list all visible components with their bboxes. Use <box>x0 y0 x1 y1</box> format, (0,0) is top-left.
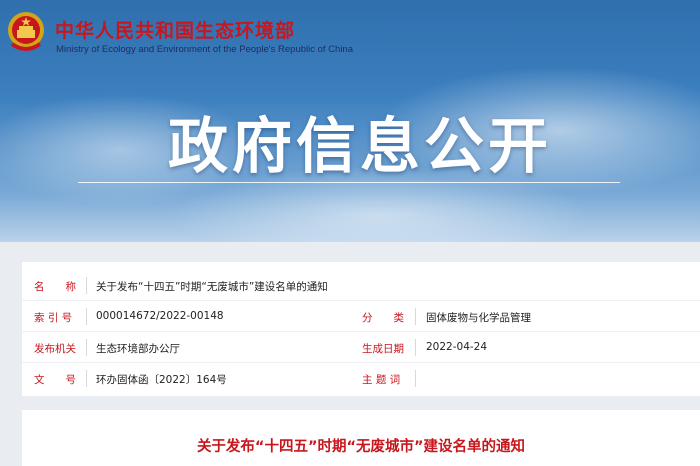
subject-label: 主 题 词 <box>362 374 401 386</box>
index-label: 索 引 号 <box>34 312 73 324</box>
info-row-docno: 文 号 环办固体函〔2022〕164号 主 题 词 <box>22 363 700 394</box>
category-value: 固体废物与化学品管理 <box>426 312 531 324</box>
header-banner: 中华人民共和国生态环境部 Ministry of Ecology and Env… <box>0 0 700 242</box>
info-row-index: 索 引 号 000014672/2022-00148 分 类 固体废物与化学品管… <box>22 301 700 332</box>
document-info-panel: 名 称 关于发布“十四五”时期“无废城市”建设名单的通知 索 引 号 00001… <box>22 262 700 396</box>
site-subtitle: Ministry of Ecology and Environment of t… <box>56 44 354 55</box>
row-separator <box>415 370 416 387</box>
row-separator <box>86 308 87 325</box>
row-separator <box>86 370 87 387</box>
date-label: 生成日期 <box>362 343 404 355</box>
date-value: 2022-04-24 <box>426 341 488 353</box>
info-row-title: 名 称 关于发布“十四五”时期“无废城市”建设名单的通知 <box>22 270 700 301</box>
issuer-label: 发布机关 <box>34 343 76 355</box>
row-separator <box>415 339 416 356</box>
title-label: 名 称 <box>34 281 76 293</box>
site-title[interactable]: 中华人民共和国生态环境部 <box>55 16 295 43</box>
document-title: 关于发布“十四五”时期“无废城市”建设名单的通知 <box>196 439 526 455</box>
title-value: 关于发布“十四五”时期“无废城市”建设名单的通知 <box>96 281 328 293</box>
category-label: 分 类 <box>362 312 404 324</box>
index-value: 000014672/2022-00148 <box>96 310 224 322</box>
title-divider <box>78 182 620 183</box>
national-emblem-icon[interactable] <box>6 10 46 54</box>
docno-label: 文 号 <box>34 374 76 386</box>
document-body: 关于发布“十四五”时期“无废城市”建设名单的通知 <box>22 410 700 466</box>
row-separator <box>86 339 87 356</box>
row-separator <box>415 308 416 325</box>
docno-value: 环办固体函〔2022〕164号 <box>96 374 227 386</box>
row-separator <box>86 277 87 294</box>
info-row-issuer: 发布机关 生态环境部办公厅 生成日期 2022-04-24 <box>22 332 700 363</box>
issuer-value: 生态环境部办公厅 <box>96 343 180 355</box>
page-title: 政府信息公开 <box>168 112 552 182</box>
